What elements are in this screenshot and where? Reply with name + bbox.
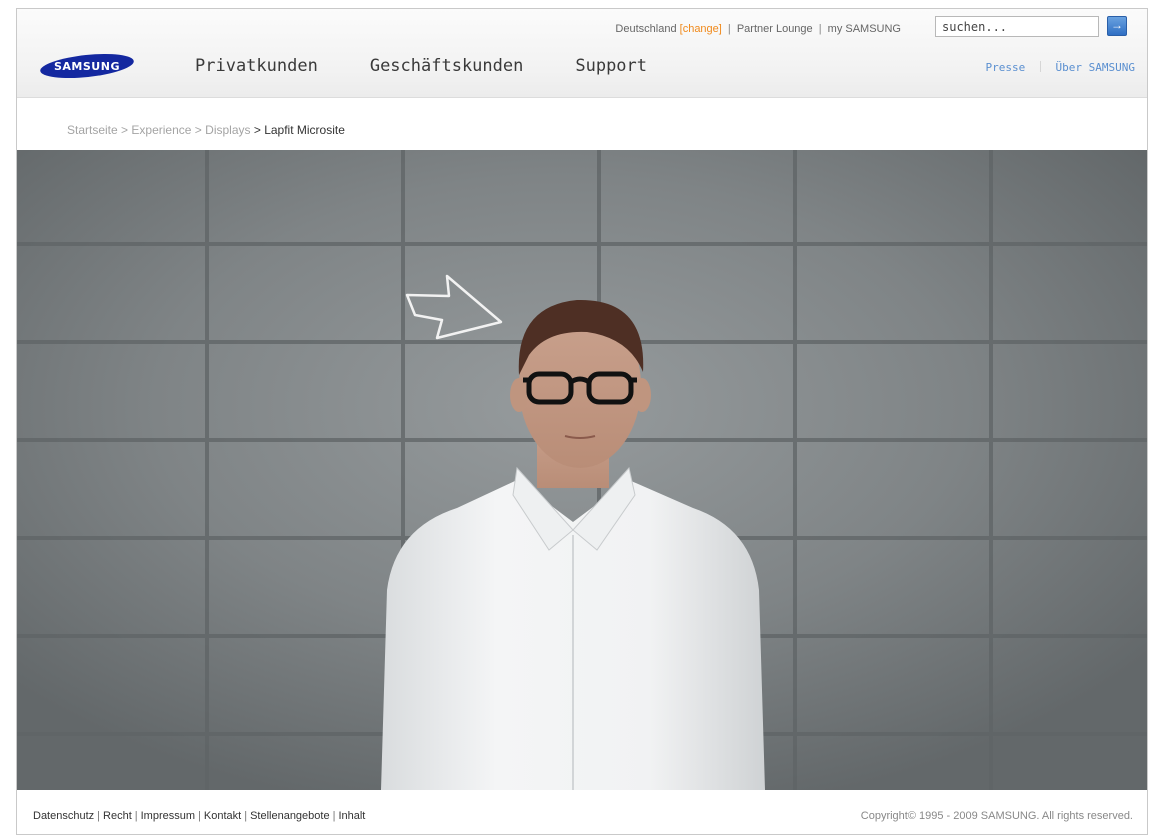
arrow-right-icon: →: [1111, 18, 1123, 32]
nav-geschaeftskunden[interactable]: Geschäftskunden: [370, 56, 524, 76]
footer-stellenangebote-link[interactable]: Stellenangebote: [250, 810, 330, 822]
partner-lounge-link[interactable]: Partner Lounge: [737, 23, 813, 35]
footer-impressum-link[interactable]: Impressum: [141, 810, 195, 822]
divider: [1039, 61, 1041, 72]
search-button[interactable]: →: [1107, 16, 1127, 36]
breadcrumb-current: > Lapfit Microsite: [253, 123, 345, 137]
separator: |: [97, 810, 101, 822]
logo-text: SAMSUNG: [54, 60, 120, 73]
presse-link[interactable]: Presse: [986, 61, 1026, 74]
change-country-link[interactable]: [change]: [680, 23, 722, 35]
footer-kontakt-link[interactable]: Kontakt: [204, 810, 241, 822]
samsung-logo[interactable]: SAMSUNG: [39, 54, 135, 78]
hero-illustration: [17, 150, 1147, 790]
page-frame: Deutschland [change] | Partner Lounge | …: [16, 8, 1148, 835]
footer-recht-link[interactable]: Recht: [103, 810, 132, 822]
hero-image[interactable]: [17, 150, 1147, 790]
separator: |: [198, 810, 201, 822]
footer-inhalt-link[interactable]: Inhalt: [338, 810, 365, 822]
separator: |: [727, 23, 731, 35]
nav-support[interactable]: Support: [575, 56, 647, 76]
footer-datenschutz-link[interactable]: Datenschutz: [33, 810, 94, 822]
nav-privatkunden[interactable]: Privatkunden: [195, 56, 318, 76]
separator: |: [244, 810, 248, 822]
separator: |: [818, 23, 822, 35]
breadcrumb-experience[interactable]: Experience: [131, 123, 191, 137]
breadcrumb-startseite[interactable]: Startseite: [67, 123, 118, 137]
breadcrumb-separator: >: [121, 123, 129, 137]
breadcrumb-separator: >: [194, 123, 202, 137]
site-header: Deutschland [change] | Partner Lounge | …: [17, 9, 1147, 98]
separator: |: [134, 810, 138, 822]
separator: |: [332, 810, 336, 822]
ueber-samsung-link[interactable]: Über SAMSUNG: [1056, 61, 1135, 74]
my-samsung-link[interactable]: my SAMSUNG: [828, 23, 901, 35]
footer-links: Datenschutz | Recht | Impressum | Kontakt | Stel…: [33, 810, 365, 822]
country-link[interactable]: Deutschland: [615, 23, 676, 35]
copyright: Copyright© 1995 - 2009 SAMSUNG. All righ…: [860, 810, 1133, 822]
search-input[interactable]: [935, 16, 1099, 37]
secondary-links: Presse Über SAMSUNG: [986, 61, 1135, 74]
utility-links: Deutschland [change] | Partner Lounge | …: [615, 23, 901, 35]
breadcrumb-displays[interactable]: Displays: [205, 123, 250, 137]
breadcrumb: Startseite > Experience > Displays > Lap…: [67, 123, 345, 137]
main-nav: Privatkunden Geschäftskunden Support: [195, 56, 699, 76]
